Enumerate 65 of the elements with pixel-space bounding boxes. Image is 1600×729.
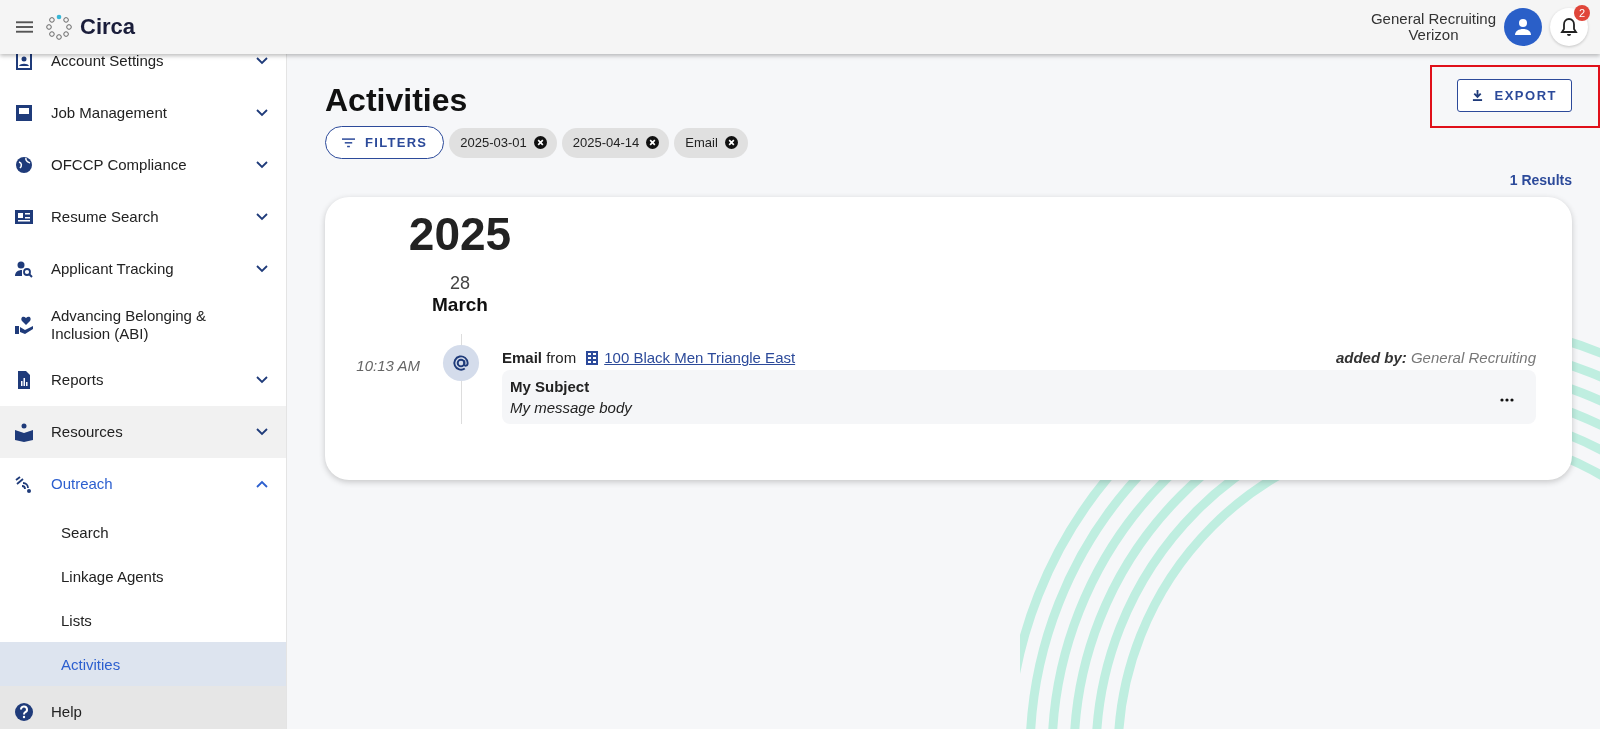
added-by-text: added by: General Recruiting (1335, 349, 1536, 366)
dot-ring-icon (46, 14, 72, 40)
year-heading: 2025 (407, 207, 513, 261)
message-body: My message body (510, 399, 634, 416)
sidebar-subitem[interactable]: Linkage Agents (0, 554, 286, 598)
filter-chip[interactable]: Email (674, 127, 748, 158)
chevron-icon (256, 109, 268, 117)
sidebar-item[interactable]: Reports (0, 354, 286, 406)
id-card-icon (14, 207, 34, 227)
message-subject: My Subject (510, 378, 591, 395)
menu-icon[interactable] (16, 21, 33, 33)
account-icon (14, 54, 34, 71)
signal-icon (14, 474, 34, 494)
globe-icon (14, 155, 34, 175)
book-icon (14, 422, 34, 442)
sidebar-item[interactable]: Advancing Belonging & Inclusion (ABI) (0, 295, 286, 354)
filter-chip[interactable]: 2025-04-14 (561, 127, 670, 158)
app-logo[interactable]: Circa (80, 14, 136, 40)
sidebar-item[interactable]: Help (0, 686, 286, 729)
person-icon (1513, 17, 1533, 37)
chevron-icon (256, 213, 268, 221)
chevron-icon (256, 57, 268, 65)
bell-icon (1559, 17, 1579, 37)
heart-hand-icon (14, 314, 34, 335)
results-count: 1 Results (1508, 172, 1572, 188)
close-icon[interactable] (646, 136, 660, 149)
sidebar-item[interactable]: OFCCP Compliance (0, 139, 286, 191)
sidebar-item[interactable]: Applicant Tracking (0, 243, 286, 295)
export-button[interactable]: EXPORT (1456, 79, 1572, 112)
sidebar-subitem[interactable]: Lists (0, 598, 286, 642)
entry-title: Email from (502, 349, 577, 366)
help-icon (14, 702, 34, 722)
filters-button[interactable]: FILTERS (325, 126, 445, 159)
at-sign-icon (442, 344, 480, 382)
notification-badge: 2 (1574, 5, 1590, 21)
chevron-icon (256, 376, 268, 384)
filter-icon (342, 137, 355, 148)
company-name: Verizon (1408, 27, 1459, 43)
entry-time: 10:13 AM (355, 356, 420, 376)
avatar-button[interactable] (1504, 8, 1542, 46)
building-icon (586, 350, 599, 365)
chevron-icon (256, 265, 268, 273)
notification-button[interactable]: 2 (1550, 8, 1588, 46)
chevron-icon (256, 428, 268, 436)
month-name: March (432, 294, 488, 316)
chevron-icon (256, 480, 268, 488)
monitor-icon (14, 103, 34, 123)
sidebar-subitem[interactable]: Activities (0, 642, 286, 686)
sidebar-item[interactable]: Resume Search (0, 191, 286, 243)
ellipsis-icon (1500, 397, 1514, 402)
chevron-icon (256, 161, 268, 169)
filter-chip[interactable]: 2025-03-01 (449, 127, 557, 158)
page-title: Activities (325, 82, 468, 118)
sidebar-item[interactable]: Account Settings (0, 54, 286, 87)
sidebar-item[interactable]: Outreach (0, 458, 286, 510)
close-icon[interactable] (724, 136, 738, 149)
sidebar-item[interactable]: Resources (0, 406, 286, 458)
download-icon (1471, 89, 1483, 102)
sidebar-item[interactable]: Job Management (0, 87, 286, 139)
day-number: 28 (450, 273, 470, 294)
close-icon[interactable] (533, 136, 547, 149)
sidebar-subitem[interactable]: Search (0, 510, 286, 554)
person-search-icon (14, 259, 34, 279)
source-link[interactable]: 100 Black Men Triangle East (604, 349, 796, 366)
user-name: General Recruiting (1370, 11, 1496, 27)
